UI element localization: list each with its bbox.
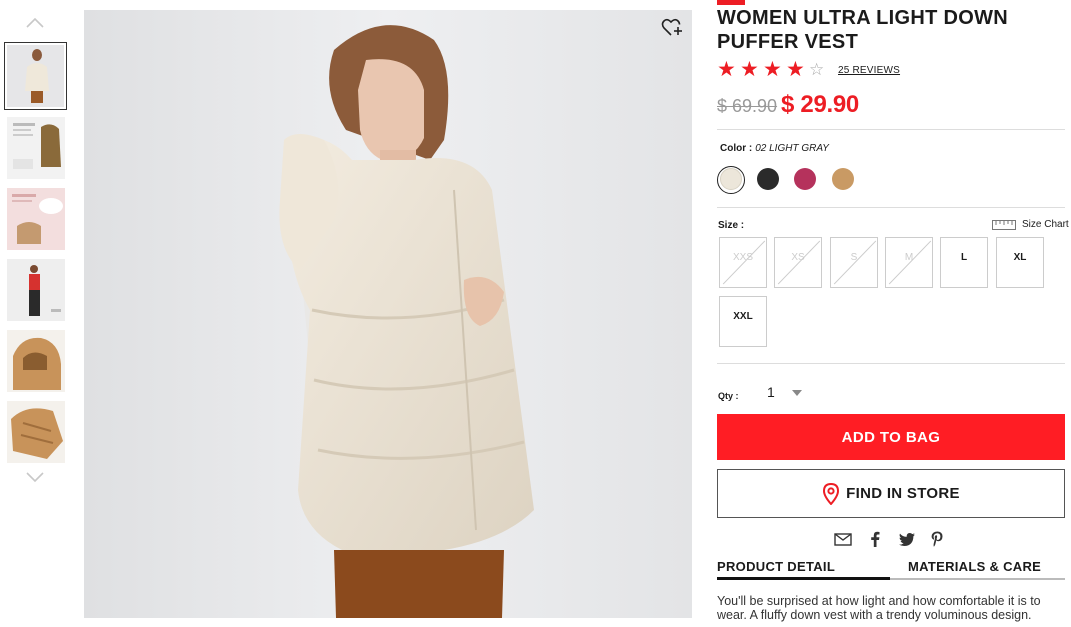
size-option-label: XXL bbox=[733, 311, 753, 322]
add-to-bag-button[interactable]: ADD TO BAG bbox=[717, 414, 1065, 460]
size-option-s[interactable]: S bbox=[830, 237, 878, 288]
thumbnail-1[interactable] bbox=[4, 42, 67, 110]
size-label: Size : bbox=[718, 220, 745, 231]
location-pin-icon bbox=[823, 482, 840, 505]
tab-active-indicator bbox=[717, 577, 890, 580]
thumbnail-3[interactable] bbox=[7, 188, 65, 250]
size-option-xxl[interactable]: XXL bbox=[719, 296, 767, 347]
star-icon: ★ bbox=[717, 58, 736, 81]
divider bbox=[717, 363, 1065, 364]
quantity-select[interactable]: 1 bbox=[767, 384, 775, 400]
star-icon: ★ bbox=[763, 58, 782, 81]
original-price: $ 69.90 bbox=[717, 96, 778, 116]
size-option-label: M bbox=[904, 252, 914, 263]
color-label: Color :02 LIGHT GRAY bbox=[720, 143, 829, 154]
main-product-image bbox=[84, 10, 692, 618]
thumbnail-2[interactable] bbox=[7, 117, 65, 179]
thumbnail-4[interactable] bbox=[7, 259, 65, 321]
wishlist-heart-icon[interactable] bbox=[660, 16, 684, 40]
size-chart-label: Size Chart bbox=[1022, 219, 1069, 230]
chevron-up-icon[interactable] bbox=[24, 14, 46, 32]
sale-price: $ 29.90 bbox=[781, 91, 859, 118]
color-selected-name: 02 LIGHT GRAY bbox=[755, 143, 829, 154]
size-option-l[interactable]: L bbox=[940, 237, 988, 288]
twitter-icon[interactable] bbox=[898, 530, 916, 548]
caret-down-icon[interactable] bbox=[791, 389, 803, 397]
swatch-camel[interactable] bbox=[832, 168, 854, 190]
size-option-xs[interactable]: XS bbox=[774, 237, 822, 288]
thumbnail-column bbox=[0, 0, 72, 627]
star-half-icon: ☆ bbox=[809, 60, 825, 79]
size-chart-link[interactable]: Size Chart bbox=[992, 219, 1069, 230]
size-option-label: L bbox=[960, 252, 968, 263]
new-badge bbox=[717, 0, 745, 5]
swatch-light-gray[interactable] bbox=[720, 168, 742, 190]
swatch-black[interactable] bbox=[757, 168, 779, 190]
size-option-label: XL bbox=[1013, 252, 1027, 263]
find-in-store-label: FIND IN STORE bbox=[846, 485, 960, 502]
size-option-xxs[interactable]: XXS bbox=[719, 237, 767, 288]
product-title: WOMEN ULTRA LIGHT DOWN PUFFER VEST bbox=[717, 7, 1008, 53]
size-option-label: S bbox=[850, 252, 858, 263]
size-option-xl[interactable]: XL bbox=[996, 237, 1044, 288]
product-description: You'll be surprised at how light and how… bbox=[717, 594, 1041, 622]
thumbnail-6[interactable] bbox=[7, 401, 65, 463]
find-in-store-button[interactable]: FIND IN STORE bbox=[717, 469, 1065, 518]
size-option-label: XS bbox=[791, 252, 805, 263]
ruler-icon bbox=[992, 219, 1016, 230]
rating: ★ ★ ★ ★ ☆ 25 REVIEWS bbox=[717, 58, 900, 81]
star-icon: ★ bbox=[740, 58, 759, 81]
reviews-link[interactable]: 25 REVIEWS bbox=[838, 65, 900, 76]
quantity-label: Qty : bbox=[718, 391, 739, 401]
chevron-down-icon[interactable] bbox=[24, 468, 46, 486]
email-icon[interactable] bbox=[834, 530, 852, 548]
size-option-label: XXS bbox=[732, 252, 753, 263]
pinterest-icon[interactable] bbox=[928, 530, 946, 548]
color-label-text: Color : bbox=[720, 143, 753, 154]
size-option-m[interactable]: M bbox=[885, 237, 933, 288]
tab-materials-care[interactable]: MATERIALS & CARE bbox=[908, 559, 1041, 574]
thumbnail-5[interactable] bbox=[7, 330, 65, 392]
swatch-wine[interactable] bbox=[794, 168, 816, 190]
tab-underline bbox=[890, 578, 1065, 580]
tab-product-detail[interactable]: PRODUCT DETAIL bbox=[717, 559, 835, 574]
divider bbox=[717, 129, 1065, 130]
star-icon: ★ bbox=[786, 58, 805, 81]
facebook-icon[interactable] bbox=[866, 530, 884, 548]
divider bbox=[717, 207, 1065, 208]
